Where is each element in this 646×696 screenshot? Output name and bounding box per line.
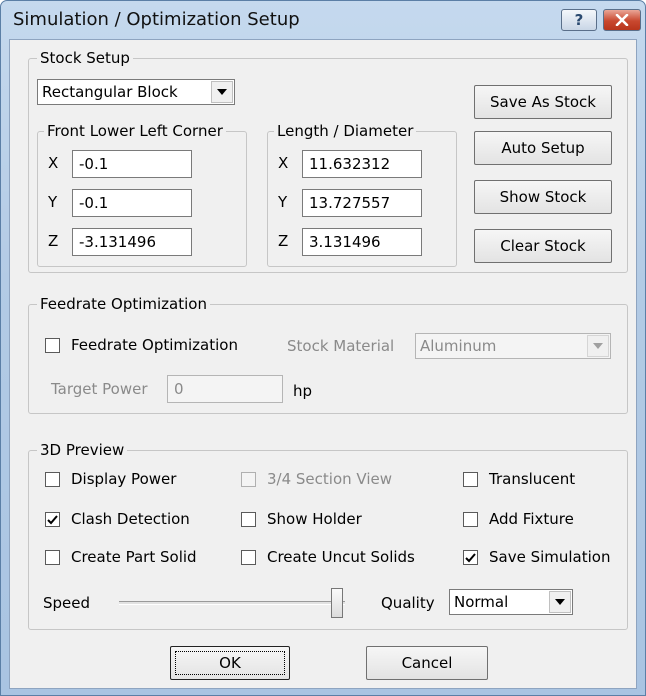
create-part-solid-checkbox[interactable] xyxy=(45,550,60,565)
chevron-down-icon xyxy=(587,335,609,357)
add-fixture-checkbox[interactable] xyxy=(463,512,478,527)
create-part-solid-label: Create Part Solid xyxy=(71,548,197,566)
target-power-label: Target Power xyxy=(51,380,148,398)
chevron-down-icon xyxy=(211,81,233,103)
window-title: Simulation / Optimization Setup xyxy=(13,9,300,30)
fll-z-input[interactable]: -3.131496 xyxy=(72,228,192,256)
feedrate-group: Feedrate Optimization Feedrate Optimizat… xyxy=(28,294,628,414)
clash-detection-label: Clash Detection xyxy=(71,510,190,528)
check-icon xyxy=(465,552,476,562)
show-holder-checkbox[interactable] xyxy=(241,512,256,527)
speed-label: Speed xyxy=(43,594,91,612)
dialog-body: Stock Setup Rectangular Block Front Lowe… xyxy=(9,39,637,689)
feedrate-checkbox-label: Feedrate Optimization xyxy=(71,336,238,354)
auto-setup-button[interactable]: Auto Setup xyxy=(474,131,612,165)
fll-z-label: Z xyxy=(48,232,59,250)
focus-indicator xyxy=(175,651,285,675)
target-power-unit: hp xyxy=(293,382,313,400)
preview-group-label: 3D Preview xyxy=(37,440,128,460)
chevron-down-icon xyxy=(549,591,571,613)
ld-y-label: Y xyxy=(278,193,288,211)
ld-z-label: Z xyxy=(278,232,289,250)
show-stock-button[interactable]: Show Stock xyxy=(474,180,612,214)
front-lower-left-label: Front Lower Left Corner xyxy=(44,121,226,141)
ld-x-input[interactable]: 11.632312 xyxy=(302,150,422,178)
fll-y-label: Y xyxy=(48,193,58,211)
stock-material-select[interactable]: Aluminum xyxy=(415,333,611,359)
section-view-label: 3/4 Section View xyxy=(267,470,393,488)
clash-detection-checkbox[interactable] xyxy=(45,512,60,527)
display-power-label: Display Power xyxy=(71,470,177,488)
quality-value: Normal xyxy=(454,593,509,611)
save-simulation-checkbox[interactable] xyxy=(463,550,478,565)
save-as-stock-button[interactable]: Save As Stock xyxy=(474,85,612,119)
ok-button[interactable]: OK xyxy=(170,646,290,680)
quality-label: Quality xyxy=(381,594,435,612)
create-uncut-solids-checkbox[interactable] xyxy=(241,550,256,565)
add-fixture-label: Add Fixture xyxy=(489,510,574,528)
feedrate-group-label: Feedrate Optimization xyxy=(37,294,210,314)
quality-select[interactable]: Normal xyxy=(449,589,573,615)
ld-z-input[interactable]: 3.131496 xyxy=(302,228,422,256)
title-bar[interactable]: Simulation / Optimization Setup ? xyxy=(1,1,645,39)
fll-x-input[interactable]: -0.1 xyxy=(72,150,192,178)
stock-shape-value: Rectangular Block xyxy=(42,83,178,101)
display-power-checkbox[interactable] xyxy=(45,472,60,487)
front-lower-left-group: Front Lower Left Corner X -0.1 Y -0.1 Z … xyxy=(37,121,247,267)
speed-slider-thumb[interactable] xyxy=(331,588,343,618)
length-diameter-label: Length / Diameter xyxy=(274,121,417,141)
preview-group: 3D Preview Display Power 3/4 Section Vie… xyxy=(28,440,628,630)
translucent-label: Translucent xyxy=(489,470,576,488)
stock-material-label: Stock Material xyxy=(287,337,395,355)
help-icon: ? xyxy=(574,11,584,29)
close-button[interactable] xyxy=(603,9,641,31)
help-button[interactable]: ? xyxy=(561,9,597,31)
show-holder-label: Show Holder xyxy=(267,510,362,528)
fll-x-label: X xyxy=(48,154,59,172)
length-diameter-group: Length / Diameter X 11.632312 Y 13.72755… xyxy=(267,121,457,267)
clear-stock-button[interactable]: Clear Stock xyxy=(474,229,612,263)
save-simulation-label: Save Simulation xyxy=(489,548,611,566)
cancel-button[interactable]: Cancel xyxy=(366,646,488,680)
dialog-window: Simulation / Optimization Setup ? Stock … xyxy=(0,0,646,696)
translucent-checkbox[interactable] xyxy=(463,472,478,487)
stock-setup-group: Stock Setup Rectangular Block Front Lowe… xyxy=(28,48,628,273)
stock-shape-select[interactable]: Rectangular Block xyxy=(37,79,235,105)
section-view-checkbox[interactable] xyxy=(241,472,256,487)
fll-y-input[interactable]: -0.1 xyxy=(72,189,192,217)
target-power-input[interactable]: 0 xyxy=(167,375,283,403)
close-icon xyxy=(615,14,629,26)
stock-setup-label: Stock Setup xyxy=(37,48,133,68)
speed-slider-track[interactable] xyxy=(119,601,345,605)
ld-x-label: X xyxy=(278,154,289,172)
create-uncut-solids-label: Create Uncut Solids xyxy=(267,548,415,566)
feedrate-checkbox[interactable] xyxy=(45,338,60,353)
ld-y-input[interactable]: 13.727557 xyxy=(302,189,422,217)
check-icon xyxy=(47,514,58,524)
stock-material-value: Aluminum xyxy=(420,337,497,355)
